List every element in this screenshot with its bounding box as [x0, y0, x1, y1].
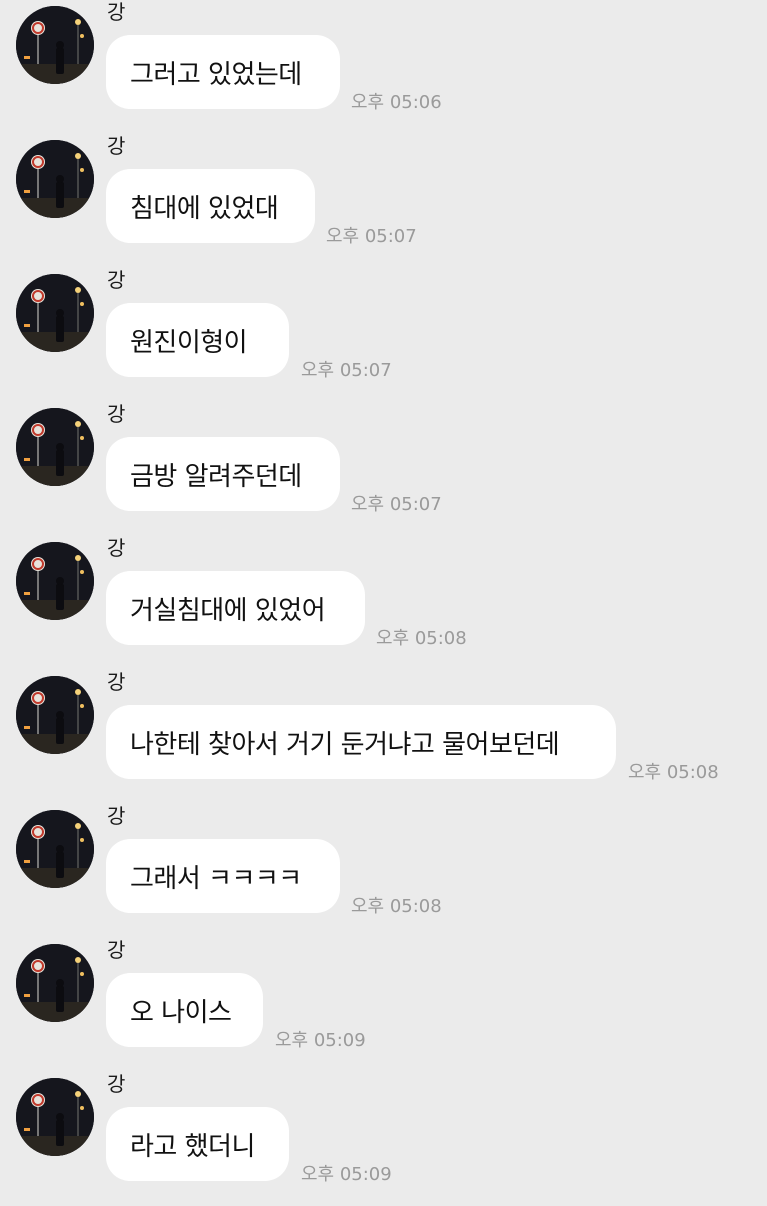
message-timestamp: 오후 05:07: [326, 226, 417, 247]
avatar-photo-icon: [16, 6, 94, 84]
message-timestamp: 오후 05:07: [301, 360, 392, 381]
avatar-photo-icon: [16, 944, 94, 1022]
avatar-photo-icon: [16, 408, 94, 486]
message-bubble[interactable]: 거실침대에 있었어: [106, 571, 365, 645]
sender-name: 강: [107, 536, 126, 560]
sender-name: 강: [107, 134, 126, 158]
avatar[interactable]: [16, 944, 94, 1022]
message-bubble[interactable]: 원진이형이: [106, 303, 289, 377]
message-row: 강 침대에 있었대 오후 05:07: [0, 134, 767, 268]
avatar[interactable]: [16, 274, 94, 352]
message-bubble[interactable]: 그래서 ㅋㅋㅋㅋ: [106, 839, 340, 913]
message-bubble[interactable]: 오 나이스: [106, 973, 263, 1047]
avatar-photo-icon: [16, 274, 94, 352]
avatar[interactable]: [16, 1078, 94, 1156]
message-row: 강 그래서 ㅋㅋㅋㅋ 오후 05:08: [0, 804, 767, 938]
message-row: 강 라고 했더니 오후 05:09: [0, 1072, 767, 1206]
message-row: 강 원진이형이 오후 05:07: [0, 268, 767, 402]
sender-name: 강: [107, 268, 126, 292]
avatar-photo-icon: [16, 676, 94, 754]
avatar[interactable]: [16, 810, 94, 888]
message-timestamp: 오후 05:08: [351, 896, 442, 917]
chat-message-list[interactable]: 강 그러고 있었는데 오후 05:06 강 침대에 있었대 오후 05:07 강…: [0, 0, 767, 1200]
message-row: 강 나한테 찾아서 거기 둔거냐고 물어보던데 오후 05:08: [0, 670, 767, 804]
message-bubble[interactable]: 나한테 찾아서 거기 둔거냐고 물어보던데: [106, 705, 616, 779]
avatar[interactable]: [16, 676, 94, 754]
message-row: 강 오 나이스 오후 05:09: [0, 938, 767, 1072]
avatar[interactable]: [16, 140, 94, 218]
message-row: 강 거실침대에 있었어 오후 05:08: [0, 536, 767, 670]
message-bubble[interactable]: 금방 알려주던데: [106, 437, 340, 511]
message-bubble[interactable]: 그러고 있었는데: [106, 35, 340, 109]
message-bubble[interactable]: 라고 했더니: [106, 1107, 289, 1181]
avatar[interactable]: [16, 408, 94, 486]
message-row: 강 그러고 있었는데 오후 05:06: [0, 0, 767, 134]
sender-name: 강: [107, 1072, 126, 1096]
sender-name: 강: [107, 804, 126, 828]
sender-name: 강: [107, 938, 126, 962]
avatar[interactable]: [16, 6, 94, 84]
sender-name: 강: [107, 402, 126, 426]
sender-name: 강: [107, 0, 126, 24]
message-timestamp: 오후 05:07: [351, 494, 442, 515]
message-timestamp: 오후 05:09: [301, 1164, 392, 1185]
avatar-photo-icon: [16, 810, 94, 888]
message-bubble[interactable]: 침대에 있었대: [106, 169, 315, 243]
avatar[interactable]: [16, 542, 94, 620]
avatar-photo-icon: [16, 140, 94, 218]
message-timestamp: 오후 05:08: [376, 628, 467, 649]
message-timestamp: 오후 05:08: [628, 762, 719, 783]
message-timestamp: 오후 05:06: [351, 92, 442, 113]
sender-name: 강: [107, 670, 126, 694]
avatar-photo-icon: [16, 542, 94, 620]
message-timestamp: 오후 05:09: [275, 1030, 366, 1051]
avatar-photo-icon: [16, 1078, 94, 1156]
message-row: 강 금방 알려주던데 오후 05:07: [0, 402, 767, 536]
